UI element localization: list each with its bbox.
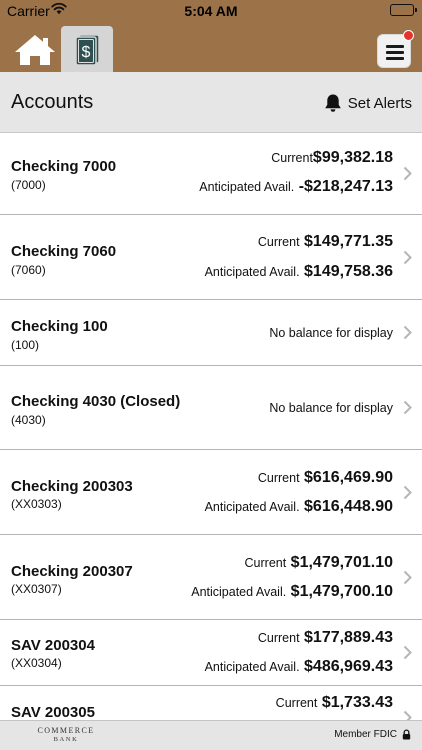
- set-alerts-button[interactable]: Set Alerts: [324, 92, 412, 114]
- account-row[interactable]: Checking 200307 (XX0307) Current $1,479,…: [0, 535, 422, 620]
- current-label: Current: [257, 631, 300, 645]
- anticipated-balance-line: Anticipated Avail. $486,969.43: [205, 658, 393, 676]
- home-icon: [15, 35, 55, 65]
- battery-icon: [390, 4, 417, 16]
- account-number: (4030): [11, 413, 46, 427]
- current-label: Current: [257, 471, 300, 485]
- notification-badge: [403, 30, 414, 41]
- logo-line-1: COMMERCE: [37, 726, 95, 735]
- anticipated-amount: $486,969.43: [304, 658, 393, 675]
- fdic-label: Member FDIC: [334, 729, 397, 740]
- current-amount: $1,479,701.10: [290, 554, 393, 571]
- chevron-right-icon: [403, 250, 412, 265]
- account-name: Checking 7000: [11, 158, 117, 175]
- chevron-right-icon: [403, 485, 412, 500]
- account-name: SAV 200305: [11, 704, 95, 720]
- menu-button[interactable]: [377, 30, 414, 68]
- chevron-right-icon: [403, 710, 412, 720]
- current-balance-line: Current $1,733.43: [276, 694, 393, 712]
- status-time: 5:04 AM: [184, 3, 238, 19]
- current-label: Current: [244, 556, 287, 570]
- anticipated-amount: $1,479,700.10: [290, 583, 393, 600]
- commerce-bank-logo: COMMERCE BANK: [34, 726, 98, 744]
- no-balance-text: No balance for display: [269, 326, 393, 340]
- anticipated-balance-line: Anticipated Avail. -$218,247.13: [199, 178, 393, 196]
- logo-line-2: BANK: [53, 736, 79, 743]
- current-amount: $177,889.43: [304, 629, 393, 646]
- anticipated-label: Anticipated Avail.: [191, 585, 287, 599]
- anticipated-amount: $616,448.90: [304, 498, 393, 515]
- chevron-right-icon: [403, 570, 412, 585]
- account-row[interactable]: SAV 200305 Current $1,733.43: [0, 686, 422, 720]
- account-list[interactable]: Checking 7000 (7000) Current$99,382.18 A…: [0, 133, 422, 720]
- current-balance-line: Current$99,382.18: [271, 149, 393, 167]
- current-balance-line: Current $149,771.35: [258, 233, 393, 251]
- anticipated-label: Anticipated Avail.: [204, 500, 300, 514]
- no-balance-text: No balance for display: [269, 401, 393, 415]
- account-row[interactable]: Checking 100 (100) No balance for displa…: [0, 300, 422, 366]
- money-stack-icon: $: [75, 34, 100, 66]
- account-name: Checking 200307: [11, 563, 133, 580]
- current-amount: $1,733.43: [321, 694, 393, 711]
- chevron-right-icon: [403, 645, 412, 660]
- nav-bar: $: [0, 22, 422, 72]
- current-balance-line: Current $1,479,701.10: [245, 554, 393, 572]
- home-tab[interactable]: [12, 32, 58, 68]
- anticipated-amount: -$218,247.13: [298, 178, 393, 195]
- anticipated-balance-line: Anticipated Avail. $616,448.90: [205, 498, 393, 516]
- current-balance-line: Current $177,889.43: [258, 629, 393, 647]
- account-number: (7060): [11, 263, 46, 277]
- svg-text:$: $: [82, 44, 91, 61]
- account-name: Checking 100: [11, 318, 108, 335]
- current-label: Current: [275, 696, 318, 710]
- lock-icon: [402, 729, 411, 740]
- account-name: Checking 200303: [11, 478, 133, 495]
- account-number: (XX0303): [11, 497, 62, 511]
- anticipated-balance-line: Anticipated Avail. $149,758.36: [205, 263, 393, 281]
- chevron-right-icon: [403, 166, 412, 181]
- bell-icon: [324, 94, 341, 112]
- account-row[interactable]: Checking 7000 (7000) Current$99,382.18 A…: [0, 133, 422, 215]
- page-title: Accounts: [11, 91, 94, 113]
- anticipated-label: Anticipated Avail.: [204, 660, 300, 674]
- current-amount: $99,382.18: [312, 149, 393, 166]
- account-number: (7000): [11, 178, 46, 192]
- anticipated-balance-line: Anticipated Avail. $1,479,700.10: [191, 583, 393, 601]
- account-number: (XX0304): [11, 656, 62, 670]
- chevron-right-icon: [403, 325, 412, 340]
- current-balance-line: Current $616,469.90: [258, 469, 393, 487]
- account-row[interactable]: Checking 4030 (Closed) (4030) No balance…: [0, 366, 422, 450]
- anticipated-amount: $149,758.36: [304, 263, 393, 280]
- status-bar: Carrier 5:04 AM: [0, 0, 422, 22]
- account-number: (100): [11, 338, 40, 352]
- page-header: Accounts Set Alerts: [0, 72, 422, 133]
- account-number: (XX0307): [11, 582, 62, 596]
- chevron-right-icon: [403, 400, 412, 415]
- current-label: Current: [271, 151, 313, 165]
- account-row[interactable]: Checking 7060 (7060) Current $149,771.35…: [0, 215, 422, 300]
- member-fdic[interactable]: Member FDIC: [334, 729, 411, 740]
- current-amount: $149,771.35: [304, 233, 393, 250]
- account-name: SAV 200304: [11, 637, 95, 654]
- account-name: Checking 7060: [11, 243, 117, 260]
- current-label: Current: [257, 235, 300, 249]
- set-alerts-label: Set Alerts: [347, 94, 412, 112]
- account-name: Checking 4030 (Closed): [11, 393, 181, 410]
- anticipated-label: Anticipated Avail.: [199, 180, 295, 194]
- account-row[interactable]: Checking 200303 (XX0303) Current $616,46…: [0, 450, 422, 535]
- account-row[interactable]: SAV 200304 (XX0304) Current $177,889.43 …: [0, 620, 422, 686]
- statements-tab[interactable]: $: [61, 26, 113, 72]
- current-amount: $616,469.90: [304, 469, 393, 486]
- anticipated-label: Anticipated Avail.: [204, 265, 300, 279]
- footer: COMMERCE BANK Member FDIC: [0, 720, 422, 750]
